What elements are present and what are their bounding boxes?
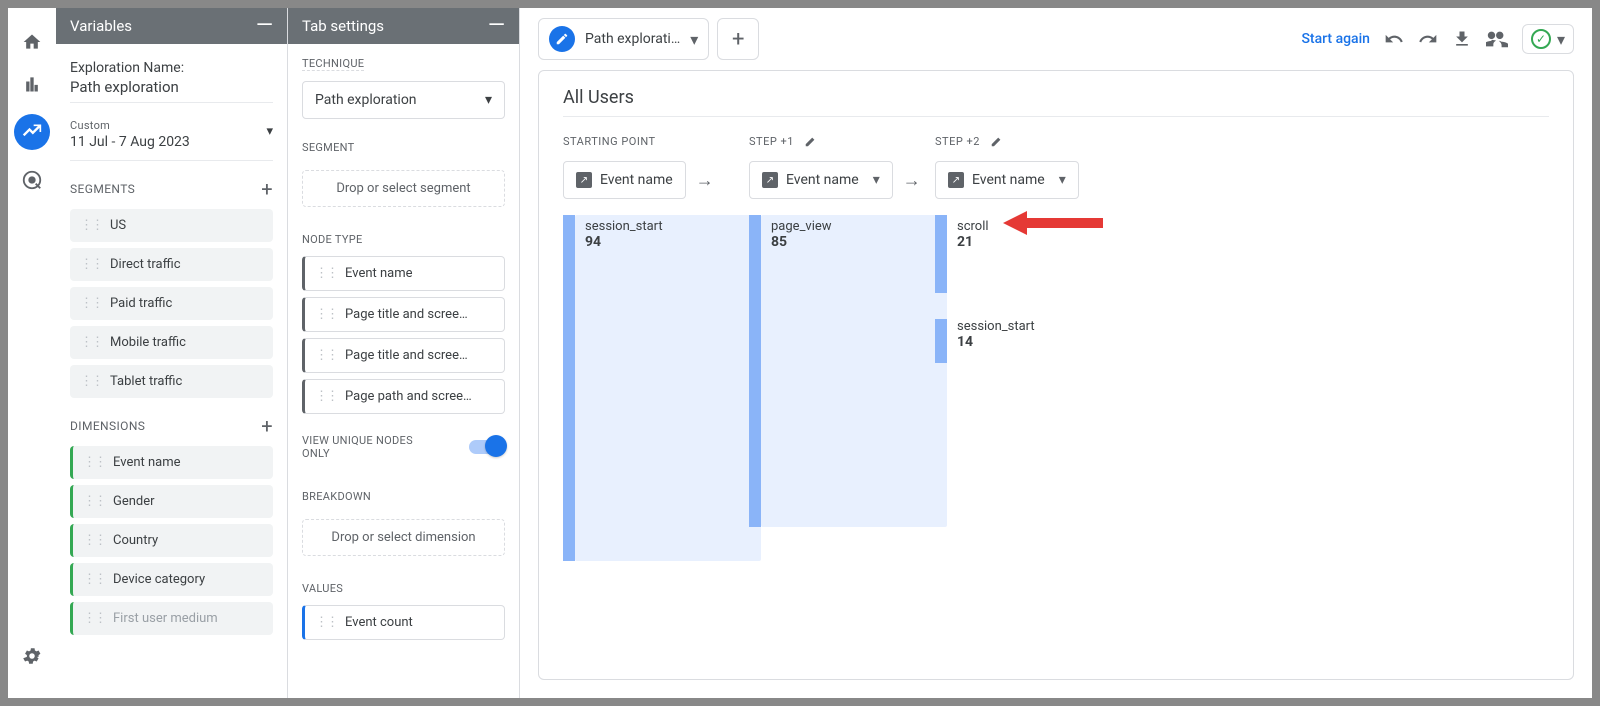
flow-bg xyxy=(575,215,761,561)
node-label: session_start94 xyxy=(585,219,663,250)
chevron-down-icon: ▾ xyxy=(1557,30,1565,49)
segments-header: SEGMENTS xyxy=(70,182,135,196)
add-segment-icon[interactable]: + xyxy=(261,177,273,201)
nodetype-chip[interactable]: ⋮⋮Page path and scree… xyxy=(302,379,505,414)
download-icon[interactable] xyxy=(1452,29,1472,49)
node-label: session_start14 xyxy=(957,319,1035,350)
node-label: scroll21 xyxy=(957,219,989,250)
annotation-arrow xyxy=(1003,211,1103,235)
pencil-icon[interactable] xyxy=(990,134,1004,148)
home-icon[interactable] xyxy=(20,30,44,54)
segment-chip[interactable]: ⋮⋮US xyxy=(70,209,273,242)
segment-chip[interactable]: ⋮⋮Paid traffic xyxy=(70,287,273,320)
segment-label: SEGMENT xyxy=(302,141,355,154)
step-start-label: STARTING POINT xyxy=(563,135,656,148)
flow-bar[interactable] xyxy=(563,215,575,561)
step1-label: STEP +1 xyxy=(749,135,794,148)
tabsettings-title: Tab settings xyxy=(302,17,384,35)
variables-title: Variables xyxy=(70,17,132,35)
dimension-chip[interactable]: ⋮⋮Device category xyxy=(70,563,273,596)
nodetype-chip[interactable]: ⋮⋮Page title and scree… xyxy=(302,297,505,332)
flow-bar[interactable] xyxy=(935,319,947,363)
chevron-down-icon[interactable]: ▾ xyxy=(690,30,698,49)
start-again-button[interactable]: Start again xyxy=(1301,31,1370,47)
segment-dropzone[interactable]: Drop or select segment xyxy=(302,170,505,207)
dimension-chip[interactable]: ⋮⋮Country xyxy=(70,524,273,557)
dimension-chip[interactable]: ⋮⋮First user medium xyxy=(70,602,273,635)
step-pill[interactable]: ↗Event name▾ xyxy=(749,161,893,199)
values-chip[interactable]: ⋮⋮Event count xyxy=(302,605,505,640)
arrow-icon: → xyxy=(696,170,714,191)
share-icon[interactable] xyxy=(1486,28,1508,50)
canvas-title: All Users xyxy=(563,87,1549,117)
arrow-icon: → xyxy=(903,170,921,191)
breakdown-dropzone[interactable]: Drop or select dimension xyxy=(302,519,505,556)
exploration-name-value[interactable]: Path exploration xyxy=(70,78,273,96)
nodetype-chip[interactable]: ⋮⋮Event name xyxy=(302,256,505,291)
step-pill[interactable]: ↗Event name▾ xyxy=(935,161,1079,199)
dimension-chip[interactable]: ⋮⋮Gender xyxy=(70,485,273,518)
dimensions-header: DIMENSIONS xyxy=(70,419,145,433)
date-range-picker[interactable]: Custom 11 Jul - 7 Aug 2023 ▾ xyxy=(70,102,273,161)
node-label: page_view85 xyxy=(771,219,832,250)
add-tab-button[interactable]: + xyxy=(717,18,759,60)
values-label: VALUES xyxy=(302,582,343,595)
undo-icon[interactable] xyxy=(1384,29,1404,49)
step2-label: STEP +2 xyxy=(935,135,980,148)
status-ok[interactable]: ✓ ▾ xyxy=(1522,24,1574,54)
unique-nodes-label: VIEW UNIQUE NODES ONLY xyxy=(302,434,432,460)
dimension-chip[interactable]: ⋮⋮Event name xyxy=(70,446,273,479)
segment-chip[interactable]: ⋮⋮Direct traffic xyxy=(70,248,273,281)
add-dimension-icon[interactable]: + xyxy=(261,414,273,438)
flow-bar[interactable] xyxy=(749,215,761,527)
pencil-icon[interactable] xyxy=(804,134,818,148)
settings-icon[interactable] xyxy=(20,644,44,668)
explore-icon[interactable] xyxy=(14,114,50,150)
chevron-down-icon: ▾ xyxy=(485,92,492,108)
flow-bar[interactable] xyxy=(935,215,947,293)
segment-chip[interactable]: ⋮⋮Mobile traffic xyxy=(70,326,273,359)
tab-settings-panel: Tab settings — TECHNIQUE Path exploratio… xyxy=(288,8,520,698)
unique-nodes-toggle[interactable] xyxy=(469,440,505,454)
chevron-down-icon: ▾ xyxy=(266,124,273,139)
redo-icon[interactable] xyxy=(1418,29,1438,49)
pencil-icon xyxy=(549,26,575,52)
exploration-name-label: Exploration Name: xyxy=(70,60,273,76)
reports-icon[interactable] xyxy=(20,72,44,96)
variables-panel: Variables — Exploration Name: Path explo… xyxy=(56,8,288,698)
nodetype-chip[interactable]: ⋮⋮Page title and scree… xyxy=(302,338,505,373)
advertising-icon[interactable] xyxy=(20,168,44,192)
technique-select[interactable]: Path exploration ▾ xyxy=(302,81,505,119)
collapse-icon[interactable]: — xyxy=(488,19,505,33)
nodetype-label: NODE TYPE xyxy=(302,233,363,246)
technique-label: TECHNIQUE xyxy=(302,57,364,71)
segment-chip[interactable]: ⋮⋮Tablet traffic xyxy=(70,365,273,398)
collapse-icon[interactable]: — xyxy=(256,19,273,33)
breakdown-label: BREAKDOWN xyxy=(302,490,371,503)
exploration-tab[interactable]: Path explorati… ▾ xyxy=(538,18,709,60)
step-pill[interactable]: ↗Event name xyxy=(563,161,686,199)
